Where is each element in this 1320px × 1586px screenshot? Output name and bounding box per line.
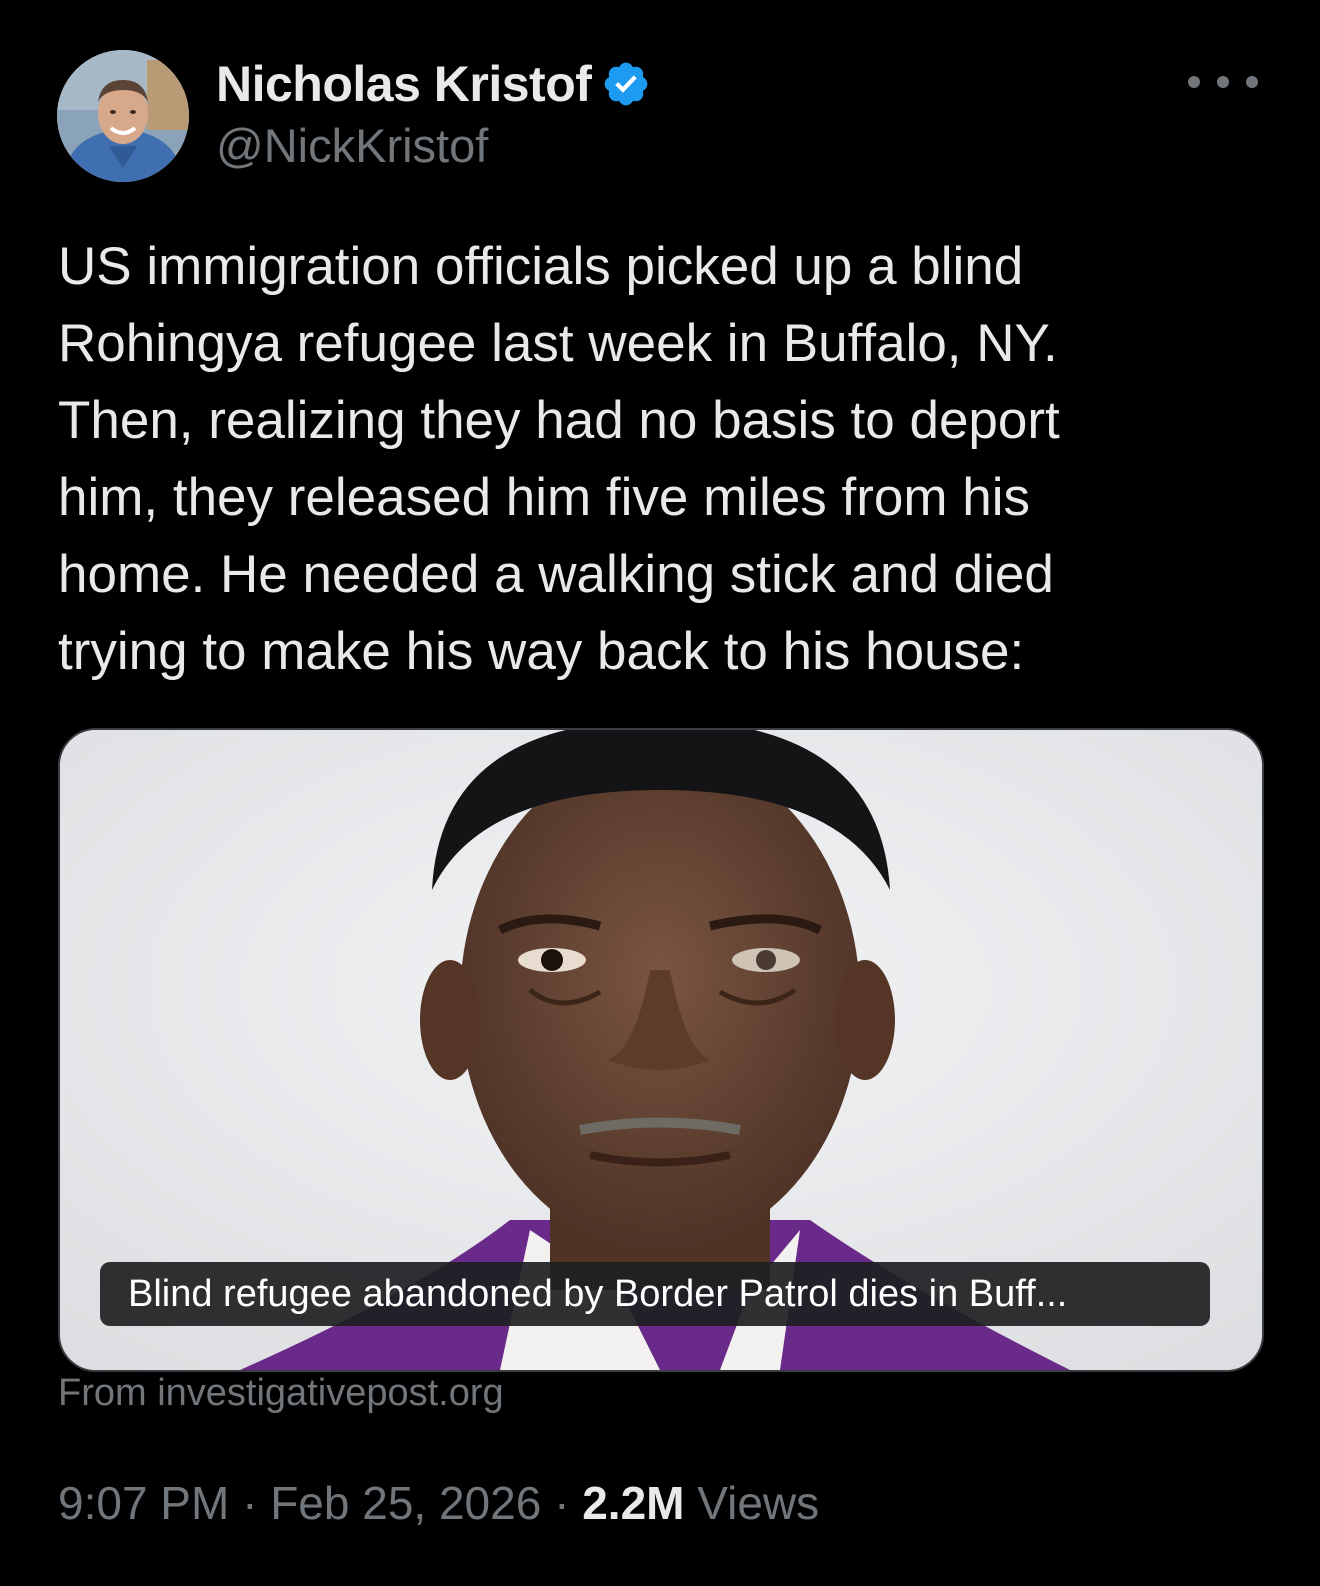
- more-dots-icon: [1246, 76, 1258, 88]
- author-handle[interactable]: @NickKristof: [216, 118, 488, 173]
- tweet: Nicholas Kristof @NickKristof US immigra…: [0, 0, 1320, 1586]
- views-label: Views: [684, 1477, 820, 1529]
- link-card[interactable]: Blind refugee abandoned by Border Patrol…: [58, 728, 1264, 1372]
- tweet-time[interactable]: 9:07 PM: [58, 1477, 229, 1529]
- tweet-text-line: Then, realizing they had no basis to dep…: [58, 391, 1060, 450]
- more-dots-icon: [1217, 76, 1229, 88]
- tweet-text-line: him, they released him five miles from h…: [58, 468, 1030, 527]
- more-options-button[interactable]: [1188, 62, 1258, 102]
- tweet-text: US immigration officials picked up a bli…: [58, 228, 1238, 690]
- tweet-text-line: Rohingya refugee last week in Buffalo, N…: [58, 314, 1058, 373]
- display-name[interactable]: Nicholas Kristof: [216, 55, 592, 113]
- tweet-date[interactable]: Feb 25, 2026: [270, 1477, 541, 1529]
- avatar[interactable]: [57, 50, 189, 182]
- verified-badge-icon: [601, 59, 651, 109]
- tweet-text-line: home. He needed a walking stick and died: [58, 545, 1054, 604]
- meta-separator: ·: [229, 1477, 271, 1529]
- views-count[interactable]: 2.2M: [582, 1477, 684, 1529]
- avatar-photo-icon: [57, 50, 189, 182]
- author-name-row[interactable]: Nicholas Kristof: [216, 56, 651, 112]
- card-source[interactable]: From investigativepost.org: [58, 1372, 504, 1415]
- more-dots-icon: [1188, 76, 1200, 88]
- tweet-text-line: US immigration officials picked up a bli…: [58, 237, 1024, 296]
- meta-separator: ·: [541, 1477, 583, 1529]
- tweet-text-line: trying to make his way back to his house…: [58, 622, 1025, 681]
- card-title[interactable]: Blind refugee abandoned by Border Patrol…: [100, 1262, 1210, 1326]
- tweet-meta: 9:07 PM · Feb 25, 2026 · 2.2M Views: [58, 1476, 819, 1530]
